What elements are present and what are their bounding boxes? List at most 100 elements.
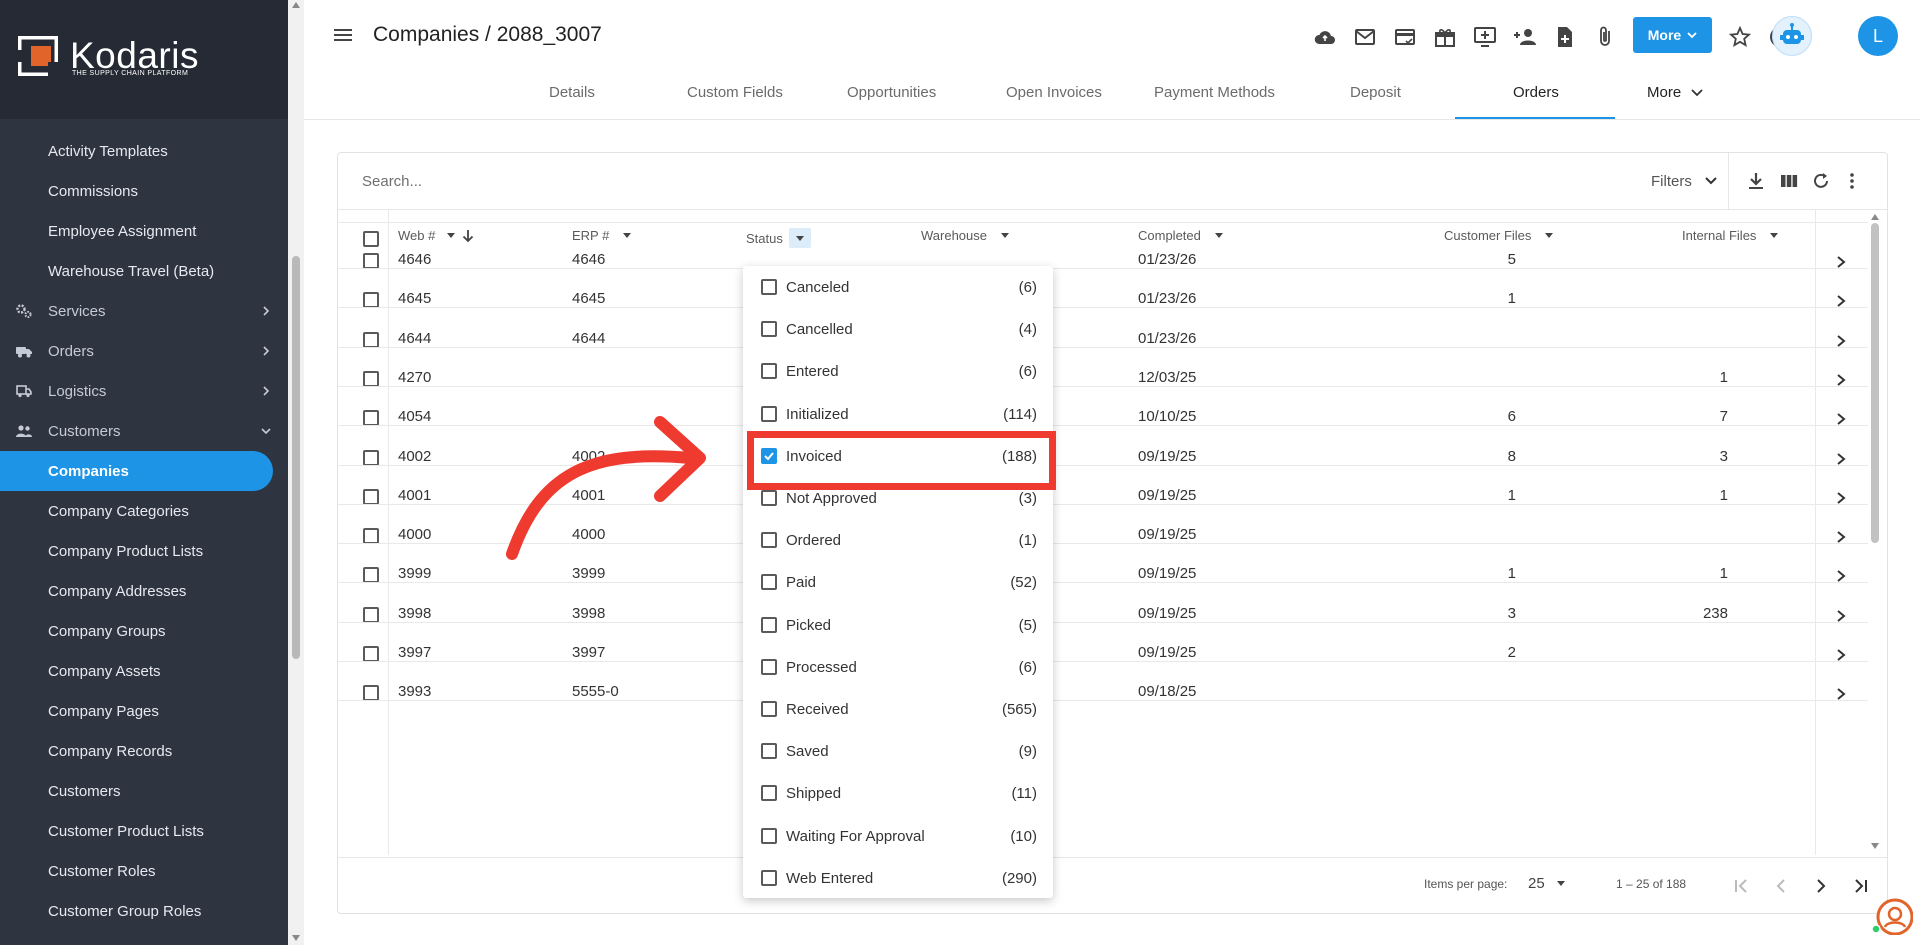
- sidebar-item-activity-templates[interactable]: Activity Templates: [0, 131, 288, 171]
- checkbox[interactable]: [761, 363, 777, 380]
- ai-assistant-button[interactable]: [1772, 16, 1812, 56]
- column-menu-icon[interactable]: [447, 233, 456, 238]
- mail-icon[interactable]: [1353, 25, 1377, 49]
- row-checkbox[interactable]: [363, 567, 379, 584]
- checkbox[interactable]: [761, 490, 777, 506]
- sidebar-item-customer-group-roles[interactable]: Customer Group Roles: [0, 891, 288, 931]
- status-option-shipped[interactable]: Shipped (11): [743, 772, 1053, 814]
- grid-scroll-thumb[interactable]: [1871, 223, 1879, 543]
- tab-custom-fields[interactable]: Custom Fields: [687, 84, 783, 101]
- chevron-right-icon[interactable]: [1836, 530, 1846, 544]
- status-option-waiting-for-approval[interactable]: Waiting For Approval (10): [743, 815, 1053, 857]
- sidebar-item-logistics[interactable]: Logistics: [0, 371, 288, 411]
- tab-payment-methods[interactable]: Payment Methods: [1154, 84, 1275, 101]
- column-menu-icon-active[interactable]: [788, 228, 811, 248]
- more-actions-button[interactable]: More: [1633, 17, 1712, 53]
- column-header-web[interactable]: Web #: [398, 228, 475, 243]
- hamburger-menu-icon[interactable]: [332, 26, 354, 44]
- user-avatar[interactable]: L: [1858, 16, 1898, 56]
- column-header-erp[interactable]: ERP #: [572, 228, 632, 243]
- row-checkbox[interactable]: [363, 646, 379, 662]
- items-per-page-select[interactable]: 25: [1528, 875, 1565, 892]
- sidebar-item-company-groups[interactable]: Company Groups: [0, 611, 288, 651]
- checkbox[interactable]: [761, 785, 777, 802]
- checkbox[interactable]: [761, 321, 777, 338]
- column-menu-icon[interactable]: [1545, 233, 1554, 238]
- column-header-customer-files[interactable]: Customer Files: [1444, 228, 1554, 243]
- chevron-right-icon[interactable]: [1836, 255, 1846, 269]
- checkbox[interactable]: [761, 869, 777, 886]
- checkbox[interactable]: [761, 532, 777, 549]
- cloud-icon[interactable]: [1313, 25, 1337, 49]
- previous-page-icon[interactable]: [1770, 875, 1792, 897]
- chevron-right-icon[interactable]: [1836, 294, 1846, 308]
- sidebar-item-customers[interactable]: Customers: [0, 771, 288, 811]
- column-menu-icon[interactable]: [1770, 233, 1779, 238]
- paperclip-icon[interactable]: [1593, 25, 1617, 49]
- add-person-icon[interactable]: [1513, 25, 1537, 49]
- tab-more[interactable]: More: [1647, 84, 1703, 101]
- next-page-icon[interactable]: [1810, 875, 1832, 897]
- sort-descending-icon[interactable]: [461, 229, 475, 243]
- sidebar-item-company-records[interactable]: Company Records: [0, 731, 288, 771]
- checkbox[interactable]: [761, 743, 777, 760]
- sidebar-item-company-pages[interactable]: Company Pages: [0, 691, 288, 731]
- sidebar-item-company-addresses[interactable]: Company Addresses: [0, 571, 288, 611]
- row-checkbox[interactable]: [363, 685, 379, 702]
- row-checkbox[interactable]: [363, 331, 379, 348]
- chevron-right-icon[interactable]: [1836, 334, 1846, 348]
- sidebar-item-companies[interactable]: Companies: [0, 451, 273, 491]
- chevron-right-icon[interactable]: [1836, 373, 1846, 387]
- sidebar-item-customers-group[interactable]: Customers: [0, 411, 288, 451]
- status-option-canceled[interactable]: Canceled (6): [743, 266, 1053, 308]
- row-checkbox[interactable]: [363, 410, 379, 427]
- row-checkbox[interactable]: [363, 488, 379, 505]
- row-checkbox[interactable]: [363, 528, 379, 545]
- row-checkbox[interactable]: [363, 449, 379, 466]
- scroll-down-arrow-icon[interactable]: [292, 935, 300, 941]
- status-option-paid[interactable]: Paid (52): [743, 561, 1053, 603]
- checkbox[interactable]: [761, 658, 777, 675]
- sidebar-item-commissions[interactable]: Commissions: [0, 171, 288, 211]
- refresh-icon[interactable]: [1811, 171, 1831, 191]
- first-page-icon[interactable]: [1730, 875, 1752, 897]
- column-menu-icon[interactable]: [623, 233, 632, 238]
- monitor-plus-icon[interactable]: [1473, 25, 1497, 49]
- sidebar-item-services[interactable]: Services: [0, 291, 288, 331]
- row-checkbox[interactable]: [363, 606, 379, 623]
- chevron-right-icon[interactable]: [1836, 609, 1846, 623]
- gift-icon[interactable]: [1433, 25, 1457, 49]
- chat-support-icon[interactable]: [1869, 891, 1913, 935]
- file-plus-icon[interactable]: [1553, 25, 1577, 49]
- status-option-web-entered[interactable]: Web Entered (290): [743, 857, 1053, 899]
- chevron-right-icon[interactable]: [1836, 569, 1846, 583]
- tab-opportunities[interactable]: Opportunities: [847, 84, 936, 101]
- sidebar-item-customer-product-lists[interactable]: Customer Product Lists: [0, 811, 288, 851]
- chevron-right-icon[interactable]: [1836, 491, 1846, 505]
- checkbox[interactable]: [761, 827, 777, 844]
- chevron-right-icon[interactable]: [1836, 687, 1846, 701]
- status-option-processed[interactable]: Processed (6): [743, 646, 1053, 688]
- sidebar-item-company-categories[interactable]: Company Categories: [0, 491, 288, 531]
- column-header-status[interactable]: Status: [746, 228, 811, 248]
- scroll-down-arrow-icon[interactable]: [1871, 843, 1879, 849]
- sidebar-item-customer-roles[interactable]: Customer Roles: [0, 851, 288, 891]
- status-option-picked[interactable]: Picked (5): [743, 604, 1053, 646]
- sidebar-item-company-assets[interactable]: Company Assets: [0, 651, 288, 691]
- checkbox[interactable]: [761, 574, 777, 591]
- status-option-saved[interactable]: Saved (9): [743, 730, 1053, 772]
- sidebar-item-warehouse-travel[interactable]: Warehouse Travel (Beta): [0, 251, 288, 291]
- status-option-initialized[interactable]: Initialized (114): [743, 393, 1053, 435]
- column-menu-icon[interactable]: [1214, 233, 1223, 238]
- status-option-entered[interactable]: Entered (6): [743, 350, 1053, 392]
- row-checkbox[interactable]: [363, 370, 379, 387]
- scroll-up-arrow-icon[interactable]: [1871, 214, 1879, 220]
- status-option-received[interactable]: Received (565): [743, 688, 1053, 730]
- scroll-up-arrow-icon[interactable]: [292, 2, 300, 8]
- checkbox[interactable]: [761, 616, 777, 633]
- column-header-completed[interactable]: Completed: [1138, 228, 1223, 243]
- column-header-internal-files[interactable]: Internal Files: [1682, 228, 1779, 243]
- star-icon[interactable]: [1728, 25, 1752, 49]
- chevron-right-icon[interactable]: [1836, 412, 1846, 426]
- search-input[interactable]: [362, 173, 1062, 190]
